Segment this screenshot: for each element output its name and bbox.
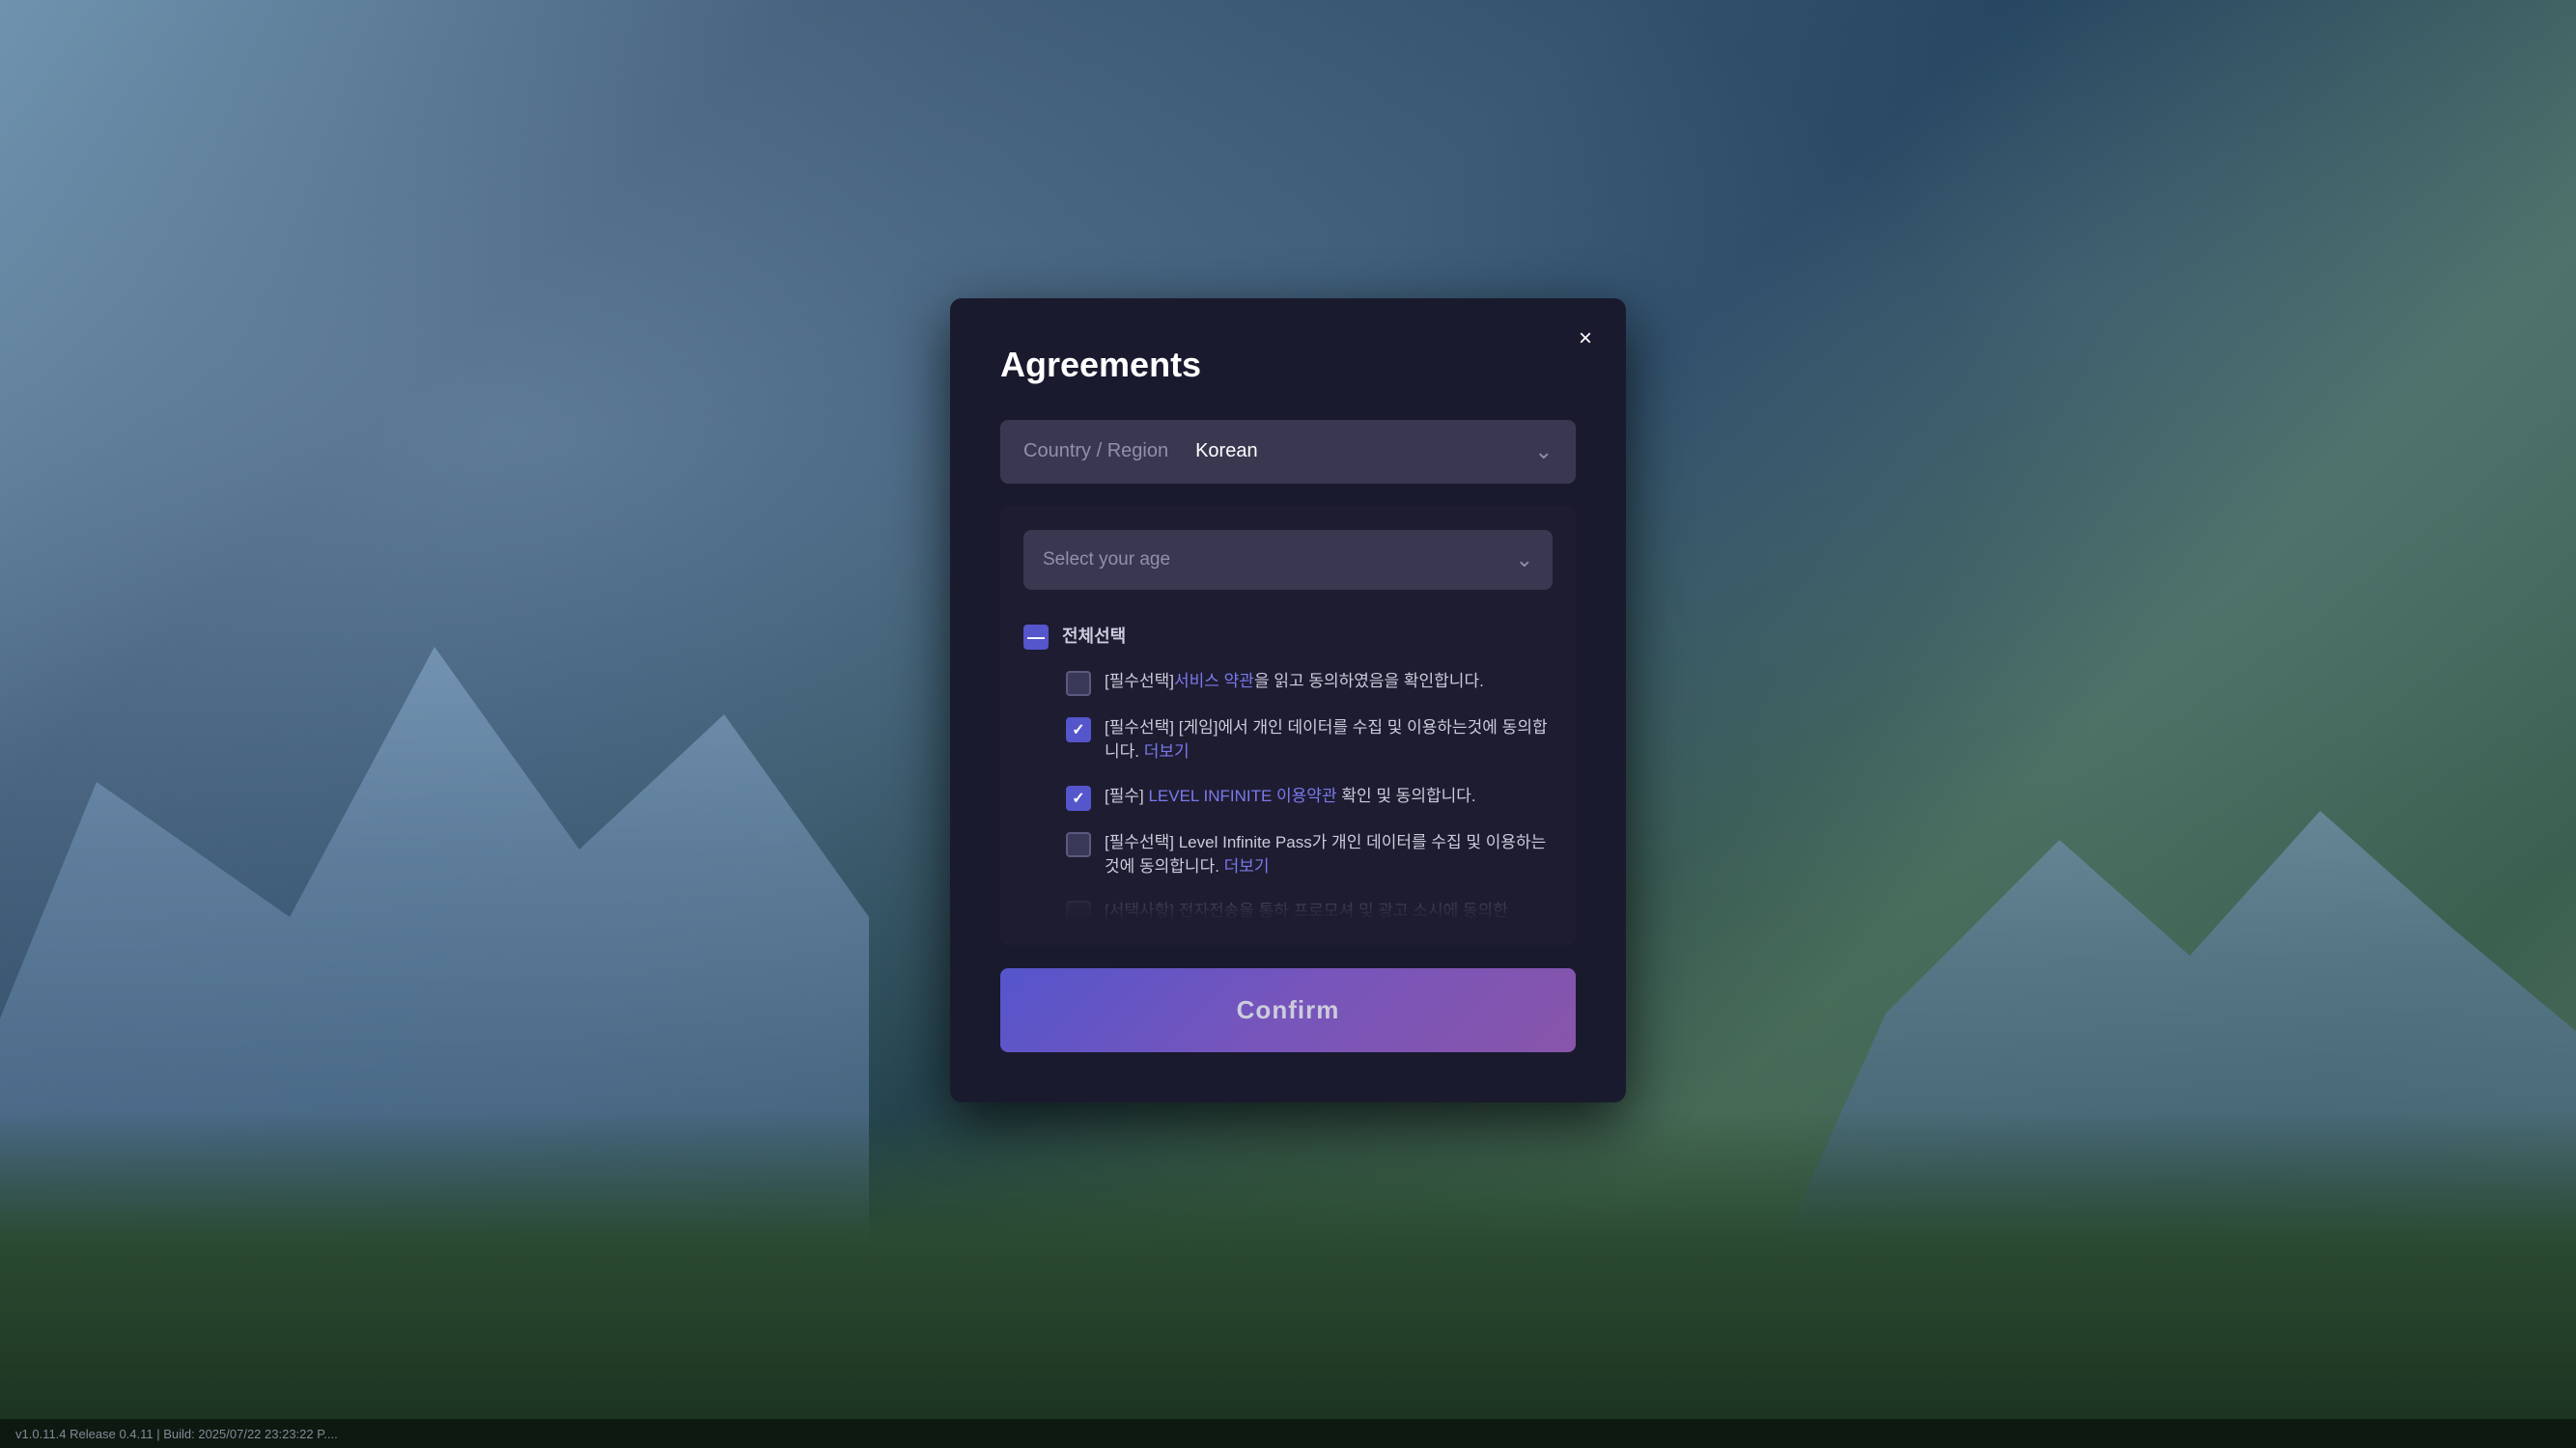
agreement-item-2[interactable]: ✓ [필수선택] [게임]에서 개인 데이터를 수집 및 이용하는것에 동의합니… bbox=[1023, 706, 1553, 774]
agreement-link-4[interactable]: 더보기 bbox=[1224, 857, 1270, 876]
agreement-checkbox-3[interactable]: ✓ bbox=[1066, 786, 1091, 811]
agreement-link-2[interactable]: 더보기 bbox=[1144, 742, 1190, 761]
select-all-checkbox[interactable]: — bbox=[1023, 625, 1049, 650]
agreement-link-1[interactable]: 서비스 약관 bbox=[1174, 672, 1254, 690]
agreement-text-3: [필수] LEVEL INFINITE 이용약관 확인 및 동의합니다. bbox=[1105, 784, 1553, 809]
country-region-dropdown[interactable]: Country / Region Korean ⌄ bbox=[1000, 420, 1576, 484]
dialog-title: Agreements bbox=[1000, 345, 1576, 385]
agreement-text-4: [필수선택] Level Infinite Pass가 개인 데이터를 수집 및… bbox=[1105, 830, 1553, 879]
checkmark-icon-2: ✓ bbox=[1072, 720, 1084, 739]
agreement-checkbox-1[interactable] bbox=[1066, 671, 1091, 696]
agreement-item-3[interactable]: ✓ [필수] LEVEL INFINITE 이용약관 확인 및 동의합니다. bbox=[1023, 774, 1553, 821]
agreements-list: — 전체선택 [필수선택]서비스 약관을 읽고 동의하였음을 확인합니다. ✓ bbox=[1023, 613, 1553, 922]
select-all-label: 전체선택 bbox=[1062, 623, 1126, 648]
checkmark-icon-3: ✓ bbox=[1072, 789, 1084, 808]
agreement-checkbox-4[interactable] bbox=[1066, 832, 1091, 857]
close-icon: × bbox=[1579, 327, 1592, 350]
country-region-label: Country / Region bbox=[1023, 440, 1168, 462]
age-placeholder: Select your age bbox=[1043, 549, 1170, 571]
dialog-overlay: × Agreements Country / Region Korean ⌄ S… bbox=[0, 0, 2576, 1448]
age-dropdown[interactable]: Select your age ⌄ bbox=[1023, 530, 1553, 590]
agreement-item-1[interactable]: [필수선택]서비스 약관을 읽고 동의하였음을 확인합니다. bbox=[1023, 659, 1553, 706]
country-region-value: Korean bbox=[1195, 440, 1258, 462]
agreement-text-1: [필수선택]서비스 약관을 읽고 동의하였음을 확인합니다. bbox=[1105, 669, 1553, 694]
country-region-left: Country / Region Korean bbox=[1023, 440, 1258, 462]
chevron-down-icon: ⌄ bbox=[1535, 439, 1553, 464]
confirm-button[interactable]: Confirm bbox=[1000, 968, 1576, 1052]
agreement-checkbox-2[interactable]: ✓ bbox=[1066, 717, 1091, 742]
agreement-link-3[interactable]: LEVEL INFINITE 이용약관 bbox=[1148, 787, 1336, 805]
agreement-checkbox-5[interactable] bbox=[1066, 901, 1091, 922]
minus-icon: — bbox=[1027, 628, 1045, 646]
agreement-item-4[interactable]: [필수선택] Level Infinite Pass가 개인 데이터를 수집 및… bbox=[1023, 821, 1553, 889]
agreement-text-2: [필수선택] [게임]에서 개인 데이터를 수집 및 이용하는것에 동의합니다.… bbox=[1105, 715, 1553, 765]
age-agreements-section: Select your age ⌄ — 전체선택 [필수선택]서비스 약관을 읽… bbox=[1000, 507, 1576, 945]
close-button[interactable]: × bbox=[1568, 321, 1603, 356]
status-bar: v1.0.11.4 Release 0.4.11 | Build: 2025/0… bbox=[0, 1419, 2576, 1448]
agreement-text-5: [서택사항] 전자전송을 통하 프로모셔 및 광고 소시에 동의한 bbox=[1105, 899, 1553, 922]
agreements-dialog: × Agreements Country / Region Korean ⌄ S… bbox=[950, 298, 1626, 1102]
age-chevron-icon: ⌄ bbox=[1516, 547, 1533, 572]
select-all-item[interactable]: — 전체선택 bbox=[1023, 613, 1553, 659]
status-text: v1.0.11.4 Release 0.4.11 | Build: 2025/0… bbox=[15, 1427, 338, 1441]
agreement-item-5[interactable]: [서택사항] 전자전송을 통하 프로모셔 및 광고 소시에 동의한 bbox=[1023, 889, 1553, 922]
